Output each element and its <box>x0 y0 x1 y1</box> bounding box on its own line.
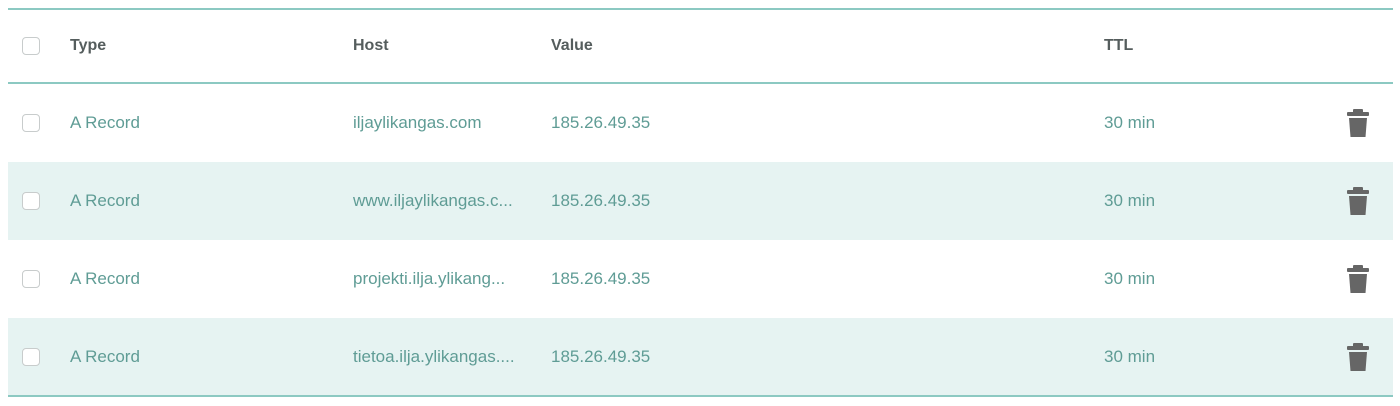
trash-icon[interactable] <box>1346 187 1370 215</box>
row-checkbox[interactable] <box>22 114 40 132</box>
header-value[interactable]: Value <box>551 10 593 82</box>
table-row: A Record iljaylikangas.com 185.26.49.35 … <box>8 84 1393 162</box>
record-host: projekti.ilja.ylikang... <box>353 269 506 288</box>
header-ttl[interactable]: TTL <box>1104 10 1133 82</box>
record-value: 185.26.49.35 <box>551 346 651 366</box>
row-checkbox[interactable] <box>22 192 40 210</box>
row-checkbox[interactable] <box>22 270 40 288</box>
record-host: www.iljaylikangas.c... <box>353 191 513 210</box>
record-type: A Record <box>70 191 140 210</box>
record-type: A Record <box>70 269 140 288</box>
record-host: tietoa.ilja.ylikangas.... <box>353 346 515 366</box>
trash-icon[interactable] <box>1346 265 1370 293</box>
trash-icon[interactable] <box>1346 342 1370 371</box>
record-ttl: 30 min <box>1104 346 1156 366</box>
table-row: A Record www.iljaylikangas.c... 185.26.4… <box>8 162 1393 240</box>
record-value: 185.26.49.35 <box>551 191 651 210</box>
header-host[interactable]: Host <box>353 10 389 82</box>
header-type[interactable]: Type <box>70 10 106 82</box>
dns-records-table: Type Host Value TTL A Record iljaylikang… <box>8 8 1393 397</box>
row-checkbox[interactable] <box>22 347 40 366</box>
trash-icon[interactable] <box>1346 109 1370 137</box>
record-host: iljaylikangas.com <box>353 113 482 132</box>
record-ttl: 30 min <box>1104 113 1156 132</box>
table-row: A Record projekti.ilja.ylikang... 185.26… <box>8 240 1393 318</box>
record-value: 185.26.49.35 <box>551 113 651 132</box>
table-header: Type Host Value TTL <box>8 10 1393 84</box>
table-row: A Record tietoa.ilja.ylikangas.... 185.2… <box>8 318 1393 397</box>
record-type: A Record <box>70 113 140 132</box>
record-ttl: 30 min <box>1104 191 1156 210</box>
record-type: A Record <box>70 346 140 366</box>
record-ttl: 30 min <box>1104 269 1156 288</box>
record-value: 185.26.49.35 <box>551 269 651 288</box>
select-all-checkbox[interactable] <box>22 37 40 55</box>
